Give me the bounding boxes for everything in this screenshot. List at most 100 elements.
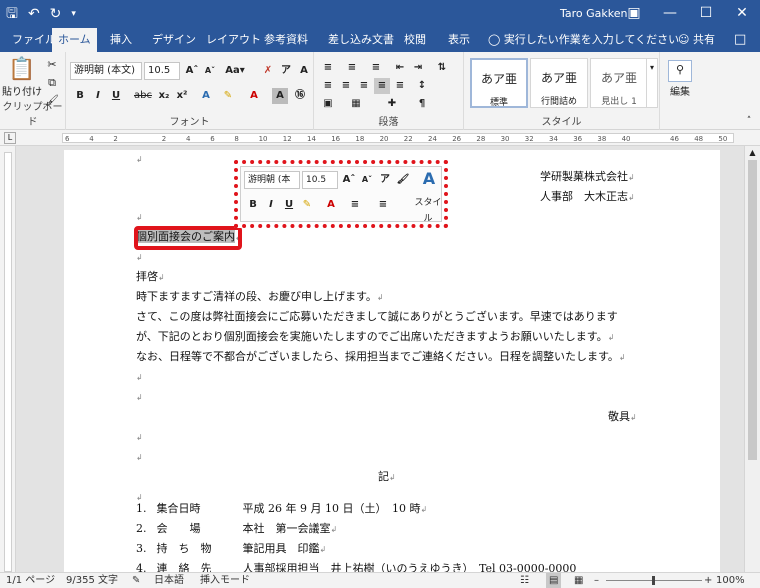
tab-view[interactable]: 表示 — [442, 28, 476, 52]
share-button[interactable]: ☺ 共有 — [678, 28, 715, 52]
save-icon[interactable]: 🖫 — [6, 5, 18, 23]
enclose-char-icon[interactable]: ⑯ — [292, 88, 308, 104]
tab-review[interactable]: 校閲 — [398, 28, 432, 52]
borders-icon[interactable]: ▦ — [348, 96, 364, 112]
subscript-button[interactable]: x₂ — [156, 88, 172, 104]
print-layout-icon[interactable]: ▤ — [546, 573, 562, 588]
superscript-button[interactable]: x² — [174, 88, 190, 104]
decrease-indent-icon[interactable]: ⇤ — [392, 60, 408, 76]
proofing-icon[interactable]: ✎ — [132, 573, 140, 588]
mini-bold-button[interactable]: B — [245, 197, 261, 213]
mini-shrink-font-icon[interactable]: Aˇ — [359, 172, 375, 188]
mini-styles-icon[interactable]: A — [419, 171, 439, 191]
ruler-number: 6 — [210, 135, 215, 143]
word-count[interactable]: 9/355 文字 — [66, 573, 118, 588]
mini-numbering-icon[interactable]: ≡ — [375, 197, 391, 213]
shading-icon[interactable]: ▣ — [320, 96, 336, 112]
mini-bullets-icon[interactable]: ≡ — [347, 197, 363, 213]
scroll-thumb[interactable] — [748, 160, 757, 460]
line-spacing-icon[interactable]: ↕ — [414, 78, 430, 94]
increase-indent-icon[interactable]: ⇥ — [410, 60, 426, 76]
shrink-font-icon[interactable]: Aˇ — [202, 63, 218, 79]
tab-references[interactable]: 参考資料 — [258, 28, 314, 52]
bullets-icon[interactable]: ≡ — [320, 60, 336, 76]
vertical-scrollbar[interactable]: ▲ — [744, 146, 760, 572]
close-icon[interactable]: ✕ — [724, 0, 760, 28]
mini-phonetic-icon[interactable]: ア — [377, 172, 393, 188]
char-shading-icon[interactable]: A — [272, 88, 288, 104]
mini-size-combo[interactable]: 10.5 — [302, 171, 338, 189]
ribbon-display-icon[interactable]: ▣ — [616, 0, 652, 28]
italic-button[interactable]: I — [90, 88, 106, 104]
sort-icon[interactable]: ⇅ — [434, 60, 450, 76]
show-marks-icon[interactable]: ¶ — [414, 96, 430, 112]
mini-italic-button[interactable]: I — [263, 197, 279, 213]
text-effects-icon[interactable]: A — [198, 88, 214, 104]
tab-selector-icon[interactable]: L — [4, 132, 16, 144]
find-icon[interactable]: ⚲ — [668, 60, 692, 82]
redo-icon[interactable]: ↻ — [50, 5, 62, 23]
asian-layout-icon[interactable]: ✚ — [384, 96, 400, 112]
mini-format-painter-icon[interactable]: 🖌 — [395, 172, 411, 188]
undo-icon[interactable]: ↶ — [28, 5, 40, 23]
justify-icon[interactable]: ≡ — [374, 78, 390, 94]
align-left-icon[interactable]: ≡ — [320, 78, 336, 94]
collapse-ribbon-icon[interactable]: ˄ — [742, 112, 756, 130]
change-case-icon[interactable]: Aa▾ — [224, 63, 246, 79]
tab-home[interactable]: ホーム — [52, 28, 97, 52]
style-no-spacing[interactable]: あア亜 行間詰め — [530, 58, 588, 108]
char-border-icon[interactable]: A — [296, 63, 312, 79]
mini-toolbar-callout: 游明朝 (本 10.5 Aˆ Aˇ ア 🖌 A スタイル B I U ✎ A ≡… — [234, 160, 448, 228]
highlight-icon[interactable]: ✎ — [220, 88, 236, 104]
mini-grow-font-icon[interactable]: Aˆ — [341, 172, 357, 188]
styles-more-icon[interactable]: ▾ — [646, 58, 658, 108]
customize-icon[interactable]: ▾ — [71, 5, 76, 23]
cut-icon[interactable]: ✂ — [44, 56, 60, 74]
mini-underline-button[interactable]: U — [281, 197, 297, 213]
page-count[interactable]: 1/1 ページ — [6, 573, 55, 588]
style-heading-1[interactable]: あア亜 見出し 1 — [590, 58, 648, 108]
editing-button[interactable]: 編集 — [662, 84, 698, 102]
web-layout-icon[interactable]: ▦ — [574, 573, 583, 588]
ruler-bar[interactable]: 6 4 2 2 4 6 8 10 12 14 16 18 20 22 24 26 28 30 32 34 36 38 40 4… — [62, 133, 734, 143]
strikethrough-button[interactable]: abc — [132, 88, 154, 104]
vertical-ruler-bar[interactable] — [4, 152, 12, 572]
distributed-icon[interactable]: ≡ — [392, 78, 408, 94]
copy-icon[interactable]: ⧉ — [44, 74, 60, 92]
multilevel-list-icon[interactable]: ≡ — [368, 60, 384, 76]
paste-icon[interactable]: 📋 — [6, 58, 38, 82]
tab-mailings[interactable]: 差し込み文書 — [322, 28, 400, 52]
comments-icon[interactable]: □ — [734, 28, 746, 52]
align-right-icon[interactable]: ≡ — [356, 78, 372, 94]
align-center-icon[interactable]: ≡ — [338, 78, 354, 94]
language[interactable]: 日本語 — [154, 573, 184, 588]
mini-font-combo[interactable]: 游明朝 (本 — [244, 171, 300, 189]
mini-font-color-icon[interactable]: A — [323, 197, 339, 213]
mini-highlight-icon[interactable]: ✎ — [299, 197, 315, 213]
style-normal[interactable]: あア亜 標準 — [470, 58, 528, 108]
zoom-slider-thumb[interactable] — [652, 576, 655, 585]
minimize-icon[interactable]: — — [652, 0, 688, 28]
zoom-out-icon[interactable]: – — [594, 573, 599, 588]
clear-format-icon[interactable]: ✗ — [260, 63, 276, 79]
font-name-combo[interactable]: 游明朝 (本文) — [70, 62, 142, 80]
font-color-icon[interactable]: A — [246, 88, 262, 104]
grow-font-icon[interactable]: Aˆ — [184, 63, 200, 79]
scroll-up-icon[interactable]: ▲ — [747, 148, 758, 157]
mini-styles-button[interactable]: スタイル — [411, 195, 445, 224]
ruler-number: 20 — [379, 135, 389, 143]
font-size-combo[interactable]: 10.5 — [144, 62, 180, 80]
numbering-icon[interactable]: ≡ — [344, 60, 360, 76]
tab-layout[interactable]: レイアウト — [200, 28, 267, 52]
bold-button[interactable]: B — [72, 88, 88, 104]
input-mode[interactable]: 挿入モード — [200, 573, 250, 588]
tell-me-box[interactable]: ◯ 実行したい作業を入力してください — [488, 28, 679, 52]
underline-button[interactable]: U — [108, 88, 124, 104]
read-mode-icon[interactable]: ☷ — [520, 573, 529, 588]
zoom-level[interactable]: 100% — [716, 573, 745, 588]
maximize-icon[interactable]: ☐ — [688, 0, 724, 28]
phonetic-guide-icon[interactable]: ア — [278, 63, 294, 79]
tab-insert[interactable]: 挿入 — [104, 28, 138, 52]
zoom-in-icon[interactable]: + — [704, 573, 712, 588]
tab-design[interactable]: デザイン — [146, 28, 202, 52]
